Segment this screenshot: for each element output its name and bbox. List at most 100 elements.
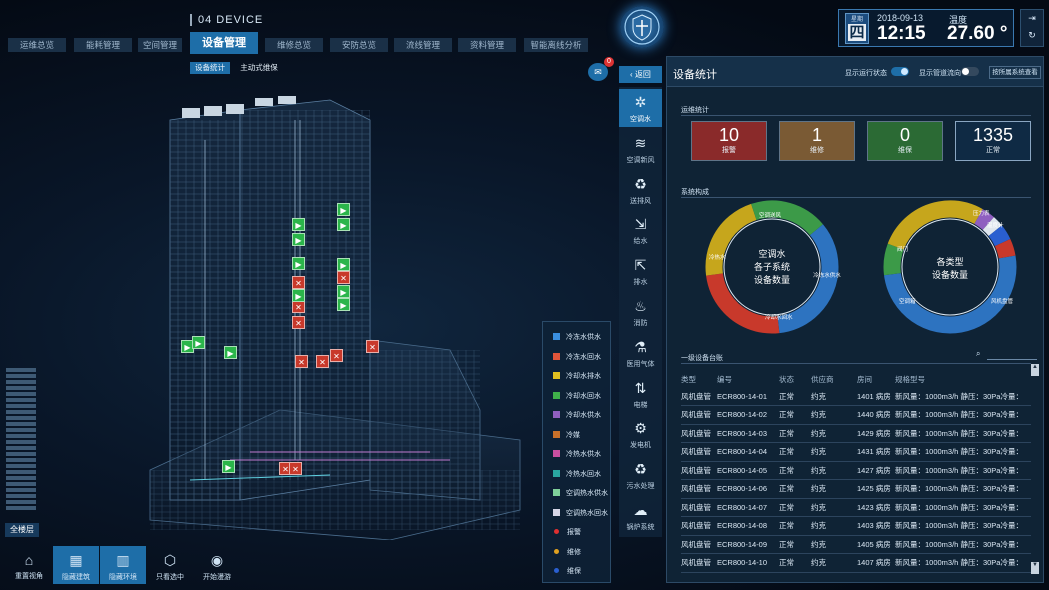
equipment-ok-marker[interactable]: ▶ bbox=[337, 298, 350, 311]
floor-item[interactable] bbox=[6, 482, 36, 486]
floor-item[interactable] bbox=[6, 410, 36, 414]
floor-item[interactable] bbox=[6, 392, 36, 396]
table-row[interactable]: 风机盘管 ECR800-14-05 正常 约克 1427 病房 新风量：1000m3/h … bbox=[681, 461, 1031, 480]
table-row[interactable]: 风机盘管 ECR800-14-06 正常 约克 1425 病房 新风量：1000m3/h … bbox=[681, 479, 1031, 499]
stat-card[interactable]: 10 报警 bbox=[691, 121, 767, 161]
equipment-ok-marker[interactable]: ▶ bbox=[224, 346, 237, 359]
toolbar-button[interactable]: ▥ 隐藏环境 bbox=[100, 546, 146, 584]
floor-item[interactable] bbox=[6, 422, 36, 426]
search-input[interactable] bbox=[987, 359, 1037, 360]
floor-item[interactable] bbox=[6, 488, 36, 492]
floor-item[interactable] bbox=[6, 446, 36, 450]
category-gas[interactable]: ⚗ 医用气体 bbox=[619, 334, 662, 372]
nav-tab[interactable]: 设备管理 bbox=[190, 32, 258, 54]
floor-item[interactable] bbox=[6, 368, 36, 372]
equipment-ok-marker[interactable]: ▶ bbox=[337, 203, 350, 216]
category-boiler[interactable]: ☁ 锅炉系统 bbox=[619, 497, 662, 535]
equipment-alarm-marker[interactable]: ✕ bbox=[337, 271, 350, 284]
nav-tab[interactable]: 维修总览 bbox=[265, 38, 323, 52]
equipment-alarm-marker[interactable]: ✕ bbox=[292, 276, 305, 289]
equipment-alarm-marker[interactable]: ✕ bbox=[316, 355, 329, 368]
floor-item[interactable] bbox=[6, 428, 36, 432]
nav-tab[interactable]: 运维总览 bbox=[8, 38, 66, 52]
floor-item[interactable] bbox=[6, 404, 36, 408]
floor-item[interactable] bbox=[6, 386, 36, 390]
category-water-out[interactable]: ⇱ 排水 bbox=[619, 252, 662, 290]
equipment-ok-marker[interactable]: ▶ bbox=[337, 285, 350, 298]
floor-item[interactable] bbox=[6, 500, 36, 504]
equipment-alarm-marker[interactable]: ✕ bbox=[295, 355, 308, 368]
category-wind[interactable]: ≋ 空调新风 bbox=[619, 130, 662, 168]
nav-tab[interactable]: 能耗管理 bbox=[74, 38, 132, 52]
toolbar-button[interactable]: ⌂ 重置视角 bbox=[6, 546, 52, 584]
toggle-run-status[interactable] bbox=[891, 67, 909, 76]
view-by-system-button[interactable]: 按所属系统查看 bbox=[989, 66, 1041, 79]
floor-item[interactable] bbox=[6, 374, 36, 378]
table-header: 类型 编号 状态 供应商 房间 规格型号 bbox=[681, 371, 1031, 387]
table-row[interactable]: 风机盘管 ECR800-14-08 正常 约克 1403 病房 新风量：1000m3/h … bbox=[681, 516, 1031, 536]
equipment-ok-marker[interactable]: ▶ bbox=[292, 289, 305, 302]
equipment-alarm-marker[interactable]: ✕ bbox=[292, 316, 305, 329]
floor-list[interactable] bbox=[6, 368, 36, 518]
floor-item[interactable] bbox=[6, 476, 36, 480]
floor-item[interactable] bbox=[6, 470, 36, 474]
floor-item[interactable] bbox=[6, 464, 36, 468]
table-row[interactable]: 风机盘管 ECR800-14-02 正常 约克 1440 病房 新风量：1000m3/h … bbox=[681, 405, 1031, 425]
table-row[interactable]: 风机盘管 ECR800-14-09 正常 约克 1405 病房 新风量：1000m3/h … bbox=[681, 535, 1031, 554]
table-row[interactable]: 风机盘管 ECR800-14-10 正常 约克 1407 病房 新风量：1000m3/h … bbox=[681, 553, 1031, 573]
equipment-alarm-marker[interactable]: ✕ bbox=[289, 462, 302, 475]
category-recycle[interactable]: ♻ 送排风 bbox=[619, 171, 662, 209]
toolbar-button[interactable]: ⬡ 只看选中 bbox=[147, 546, 193, 584]
floor-item[interactable] bbox=[6, 380, 36, 384]
donut-chart-device-types[interactable]: 各类型 设备数量 压力表 温度计 阀门 空调箱 风机盘管 bbox=[875, 199, 1025, 334]
nav-tab[interactable]: 流线管理 bbox=[394, 38, 452, 52]
scrollbar-up[interactable]: ▲ bbox=[1031, 364, 1039, 376]
category-water-in[interactable]: ⇲ 给水 bbox=[619, 211, 662, 249]
floor-item[interactable] bbox=[6, 398, 36, 402]
search-icon[interactable]: ⌕ bbox=[976, 349, 980, 359]
equipment-alarm-marker[interactable]: ✕ bbox=[366, 340, 379, 353]
floor-item[interactable] bbox=[6, 434, 36, 438]
floor-item[interactable] bbox=[6, 506, 36, 510]
sub-tab[interactable]: 主动式维保 bbox=[236, 62, 282, 74]
category-sewage[interactable]: ♻ 污水处理 bbox=[619, 456, 662, 494]
floor-item[interactable] bbox=[6, 440, 36, 444]
floor-item[interactable] bbox=[6, 494, 36, 498]
all-floors-button[interactable]: 全楼层 bbox=[5, 523, 39, 537]
stat-card[interactable]: 0 维保 bbox=[867, 121, 943, 161]
equipment-ok-marker[interactable]: ▶ bbox=[337, 258, 350, 271]
floor-item[interactable] bbox=[6, 452, 36, 456]
table-row[interactable]: 风机盘管 ECR800-14-04 正常 约克 1431 病房 新风量：1000m3/h … bbox=[681, 442, 1031, 462]
equipment-ok-marker[interactable]: ▶ bbox=[292, 257, 305, 270]
refresh-icon[interactable]: ↻ bbox=[1021, 30, 1043, 41]
donut-chart-subsystems[interactable]: 空调水 各子系统 设备数量 冷冻水供水 冷却水回水 冷热水 空调送风 bbox=[697, 199, 847, 334]
category-fan[interactable]: ✲ 空调水 bbox=[619, 89, 662, 127]
equipment-ok-marker[interactable]: ▶ bbox=[337, 218, 350, 231]
nav-tab[interactable]: 资料管理 bbox=[458, 38, 516, 52]
floor-item[interactable] bbox=[6, 458, 36, 462]
logout-icon[interactable]: ⇥ bbox=[1021, 13, 1043, 24]
category-generator[interactable]: ⚙ 发电机 bbox=[619, 415, 662, 453]
nav-tab[interactable]: 安防总览 bbox=[330, 38, 388, 52]
nav-tab[interactable]: 空间管理 bbox=[138, 38, 182, 52]
table-row[interactable]: 风机盘管 ECR800-14-01 正常 约克 1401 病房 新风量：1000m3/h … bbox=[681, 387, 1031, 406]
toggle-pipe-flow[interactable] bbox=[961, 67, 979, 76]
nav-tab[interactable]: 智能离线分析 bbox=[524, 38, 588, 52]
stat-card[interactable]: 1335 正常 bbox=[955, 121, 1031, 161]
equipment-ok-marker[interactable]: ▶ bbox=[292, 218, 305, 231]
equipment-alarm-marker[interactable]: ✕ bbox=[330, 349, 343, 362]
equipment-ok-marker[interactable]: ▶ bbox=[192, 336, 205, 349]
category-elevator[interactable]: ⇅ 电梯 bbox=[619, 375, 662, 413]
equipment-ok-marker[interactable]: ▶ bbox=[292, 233, 305, 246]
scrollbar-down[interactable]: ▼ bbox=[1031, 562, 1039, 574]
equipment-ok-marker[interactable]: ▶ bbox=[222, 460, 235, 473]
floor-item[interactable] bbox=[6, 416, 36, 420]
toolbar-button[interactable]: ◉ 开始漫游 bbox=[194, 546, 240, 584]
category-fire[interactable]: ♨ 消防 bbox=[619, 293, 662, 331]
sub-tab[interactable]: 设备统计 bbox=[190, 62, 230, 74]
stat-card[interactable]: 1 维修 bbox=[779, 121, 855, 161]
table-row[interactable]: 风机盘管 ECR800-14-07 正常 约克 1423 病房 新风量：1000m3/h … bbox=[681, 498, 1031, 517]
back-button[interactable]: ‹ 返回 bbox=[619, 66, 662, 83]
toolbar-button[interactable]: ▦ 隐藏建筑 bbox=[53, 546, 99, 584]
table-row[interactable]: 风机盘管 ECR800-14-03 正常 约克 1429 病房 新风量：1000m3/h … bbox=[681, 424, 1031, 443]
